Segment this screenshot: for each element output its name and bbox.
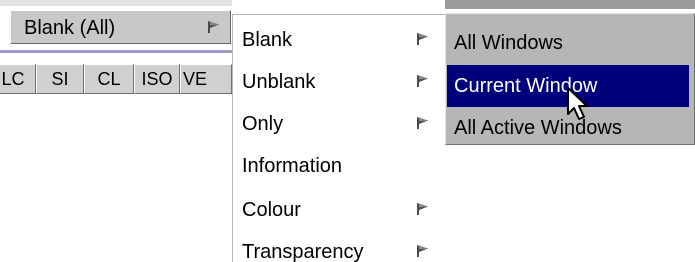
flag-arrow-icon	[417, 33, 428, 45]
cl-button[interactable]: CL	[84, 64, 134, 94]
menu-item-information[interactable]: Information	[233, 145, 445, 185]
accent-divider	[0, 50, 232, 53]
blank-popup-menu: Blank Unblank Only Information Colour Tr…	[232, 14, 445, 262]
si-button[interactable]: SI	[36, 64, 84, 94]
submenu-top-edge	[445, 0, 695, 9]
lc-button[interactable]: LC	[0, 64, 36, 94]
menu-item-label: Transparency	[242, 241, 364, 262]
blank-submenu: All Windows Current Window All Active Wi…	[445, 13, 695, 145]
iso-button-label: ISO	[141, 69, 173, 89]
cl-button-label: CL	[97, 69, 121, 89]
lc-button-label: LC	[1, 69, 25, 89]
menu-item-label: Unblank	[242, 71, 316, 93]
menu-item-transparency[interactable]: Transparency	[233, 231, 445, 262]
flag-arrow-icon	[417, 75, 428, 87]
submenu-item-label: All Windows	[454, 32, 563, 54]
menu-item-label: Information	[242, 155, 343, 177]
menu-item-label: Colour	[242, 199, 301, 221]
view-button-row: LC SI CL ISO VE	[0, 64, 232, 94]
menu-item-unblank[interactable]: Unblank	[233, 61, 445, 101]
mouse-pointer-icon	[567, 87, 588, 120]
blank-mode-dropdown[interactable]: Blank (All)	[10, 10, 231, 44]
menu-item-label: Blank	[242, 29, 293, 51]
ve-button[interactable]: VE	[180, 64, 232, 94]
submenu-item-all-windows[interactable]: All Windows	[447, 22, 689, 64]
iso-button[interactable]: ISO	[134, 64, 180, 94]
flag-arrow-icon	[417, 245, 428, 257]
flag-arrow-icon	[208, 21, 219, 33]
menu-item-colour[interactable]: Colour	[233, 189, 445, 229]
flag-arrow-icon	[417, 203, 428, 215]
menu-item-label: Only	[242, 113, 284, 135]
menu-item-blank[interactable]: Blank	[233, 19, 445, 59]
flag-arrow-icon	[417, 117, 428, 129]
top-divider	[0, 0, 232, 6]
toolbar-panel: Blank (All) LC SI CL ISO VE	[0, 0, 232, 262]
submenu-item-label: All Active Windows	[454, 117, 622, 139]
ve-button-label: VE	[183, 69, 208, 89]
si-button-label: SI	[51, 69, 69, 89]
dropdown-label: Blank (All)	[24, 17, 116, 39]
menu-item-only[interactable]: Only	[233, 103, 445, 143]
